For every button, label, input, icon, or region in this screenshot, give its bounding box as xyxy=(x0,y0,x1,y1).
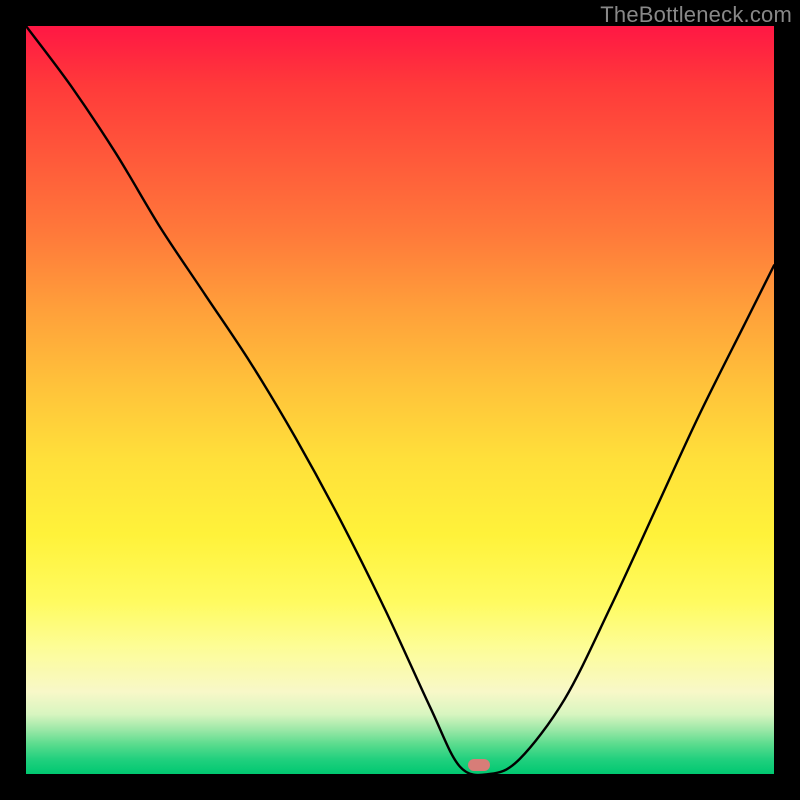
chart-frame: TheBottleneck.com xyxy=(0,0,800,800)
watermark-text: TheBottleneck.com xyxy=(600,2,792,28)
plot-area xyxy=(26,26,774,774)
bottleneck-curve xyxy=(26,26,774,774)
sweet-spot-marker xyxy=(468,759,490,771)
